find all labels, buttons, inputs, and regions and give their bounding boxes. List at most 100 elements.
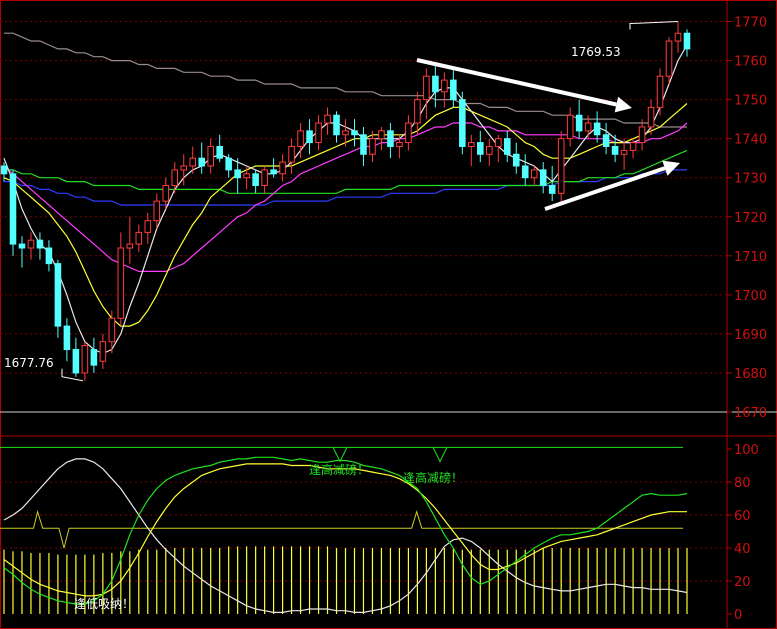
candle-body-down bbox=[18, 243, 26, 249]
candle-body-down bbox=[234, 169, 241, 179]
candle-body-up bbox=[144, 220, 152, 233]
candle-body-down bbox=[306, 130, 313, 144]
high-leader-line bbox=[629, 21, 679, 30]
candle-body-up bbox=[369, 138, 376, 155]
indicator-top-warning-b: 逢高减磅！ bbox=[403, 470, 463, 485]
candle-body-down bbox=[45, 247, 53, 265]
candle-body-up bbox=[180, 165, 188, 171]
indicator-y-tick-label: 100 bbox=[734, 443, 759, 458]
candle-body-down bbox=[72, 349, 80, 374]
main-y-tick-label: 1680 bbox=[734, 367, 767, 382]
candle-body-down bbox=[459, 99, 466, 147]
candle-body-down bbox=[477, 142, 484, 155]
candle-body-up bbox=[629, 142, 637, 151]
candle-body-down bbox=[539, 169, 547, 187]
candle-body-down bbox=[225, 157, 232, 171]
candle-body-down bbox=[333, 114, 340, 136]
candle-body-up bbox=[81, 345, 89, 374]
candle-body-up bbox=[342, 130, 349, 136]
candle-body-down bbox=[270, 169, 277, 175]
candle-body-up bbox=[557, 138, 565, 194]
candle-body-up bbox=[324, 114, 331, 124]
candle-body-up bbox=[243, 173, 250, 179]
candle-body-up bbox=[279, 161, 286, 175]
candle-body-up bbox=[297, 130, 304, 147]
indicator-y-tick-label: 40 bbox=[734, 542, 751, 557]
indicator-y-tick-label: 0 bbox=[734, 608, 742, 623]
main-y-tick-label: 1760 bbox=[734, 55, 767, 70]
candle-body-up bbox=[441, 79, 448, 93]
main-y-tick-label: 1750 bbox=[734, 94, 767, 109]
candle-body-down bbox=[683, 32, 691, 50]
moving-average-lines bbox=[3, 32, 688, 355]
candle-body-up bbox=[135, 231, 143, 245]
candle-body-down bbox=[0, 165, 8, 175]
candle-body-up bbox=[27, 239, 35, 249]
indicator-signal-marker bbox=[332, 447, 348, 463]
indicator-lower-flat-line bbox=[0, 509, 683, 549]
indicator-signal-marker bbox=[432, 447, 448, 463]
candle-body-down bbox=[216, 145, 223, 159]
candle-body-down bbox=[512, 153, 520, 167]
candle-body-up bbox=[108, 317, 116, 343]
main-y-tick-label: 1730 bbox=[734, 172, 767, 187]
lower-trend-arrow-head bbox=[662, 160, 680, 176]
candle-body-down bbox=[450, 79, 457, 101]
candle-body-down bbox=[521, 165, 529, 179]
main-y-tick-label: 1700 bbox=[734, 289, 767, 304]
main-y-tick-label: 1710 bbox=[734, 250, 767, 265]
candle-body-up bbox=[99, 341, 107, 362]
candle-body-up bbox=[261, 169, 268, 187]
main-y-tick-label: 1740 bbox=[734, 133, 767, 148]
candle-body-down bbox=[252, 173, 259, 187]
candle-body-down bbox=[54, 263, 62, 327]
candle-body-up bbox=[414, 99, 421, 124]
indicator-bottom-signal: 逢低吸纳！ bbox=[74, 597, 134, 611]
main-gridlines bbox=[0, 21, 732, 413]
candle-body-up bbox=[153, 200, 161, 222]
main-y-tick-label: 1720 bbox=[734, 211, 767, 226]
candle-body-up bbox=[494, 138, 502, 147]
ma60-line bbox=[4, 149, 688, 194]
candle-body-down bbox=[432, 75, 439, 93]
candle-body-up bbox=[656, 75, 664, 108]
candle-body-up bbox=[647, 106, 655, 128]
candle-body-up bbox=[117, 247, 125, 319]
candle-body-down bbox=[387, 130, 394, 147]
candle-body-up bbox=[674, 32, 682, 42]
candle-body-up bbox=[405, 122, 412, 144]
candle-body-down bbox=[503, 138, 511, 155]
candle-body-down bbox=[602, 134, 610, 147]
low-leader-line bbox=[61, 368, 83, 382]
candle-body-up bbox=[468, 142, 475, 147]
high-price-label: 1769.53 bbox=[571, 45, 621, 59]
main-y-tick-label: 1770 bbox=[734, 16, 767, 31]
candle-body-up bbox=[207, 145, 214, 167]
candle-body-down bbox=[360, 134, 367, 155]
ma120-line bbox=[4, 169, 687, 206]
annotations: 1677.76 1769.53 逢高减磅！ 逢高减磅！ 逢低吸纳！ bbox=[4, 21, 680, 611]
candle-body-up bbox=[378, 130, 385, 140]
candle-body-up bbox=[315, 122, 322, 144]
candle-body-up bbox=[566, 114, 574, 140]
candle-body-up bbox=[171, 169, 179, 187]
candle-body-down bbox=[593, 122, 601, 136]
candle-body-down bbox=[36, 239, 44, 249]
upper-trend-arrow-head bbox=[614, 96, 632, 113]
candle-body-up bbox=[189, 157, 197, 167]
indicator-y-tick-label: 80 bbox=[734, 476, 751, 491]
indicator-y-tick-label: 20 bbox=[734, 575, 751, 590]
candle-body-up bbox=[665, 40, 673, 77]
indicator-y-tick-label: 60 bbox=[734, 509, 751, 524]
indicator-top-warning-a: 逢高减磅！ bbox=[309, 462, 369, 477]
candle-body-down bbox=[351, 130, 358, 136]
candle-body-up bbox=[288, 145, 295, 163]
candle-body-up bbox=[584, 122, 592, 132]
candle-body-down bbox=[575, 114, 583, 132]
candle-body-up bbox=[620, 149, 628, 155]
candle-body-up bbox=[530, 169, 538, 179]
candle-body-down bbox=[90, 349, 98, 366]
low-price-label: 1677.76 bbox=[4, 356, 54, 370]
candle-body-up bbox=[126, 243, 134, 249]
chart-canvas: 1677.76 1769.53 逢高减磅！ 逢高减磅！ 逢低吸纳！ 1770 17… bbox=[0, 0, 777, 629]
